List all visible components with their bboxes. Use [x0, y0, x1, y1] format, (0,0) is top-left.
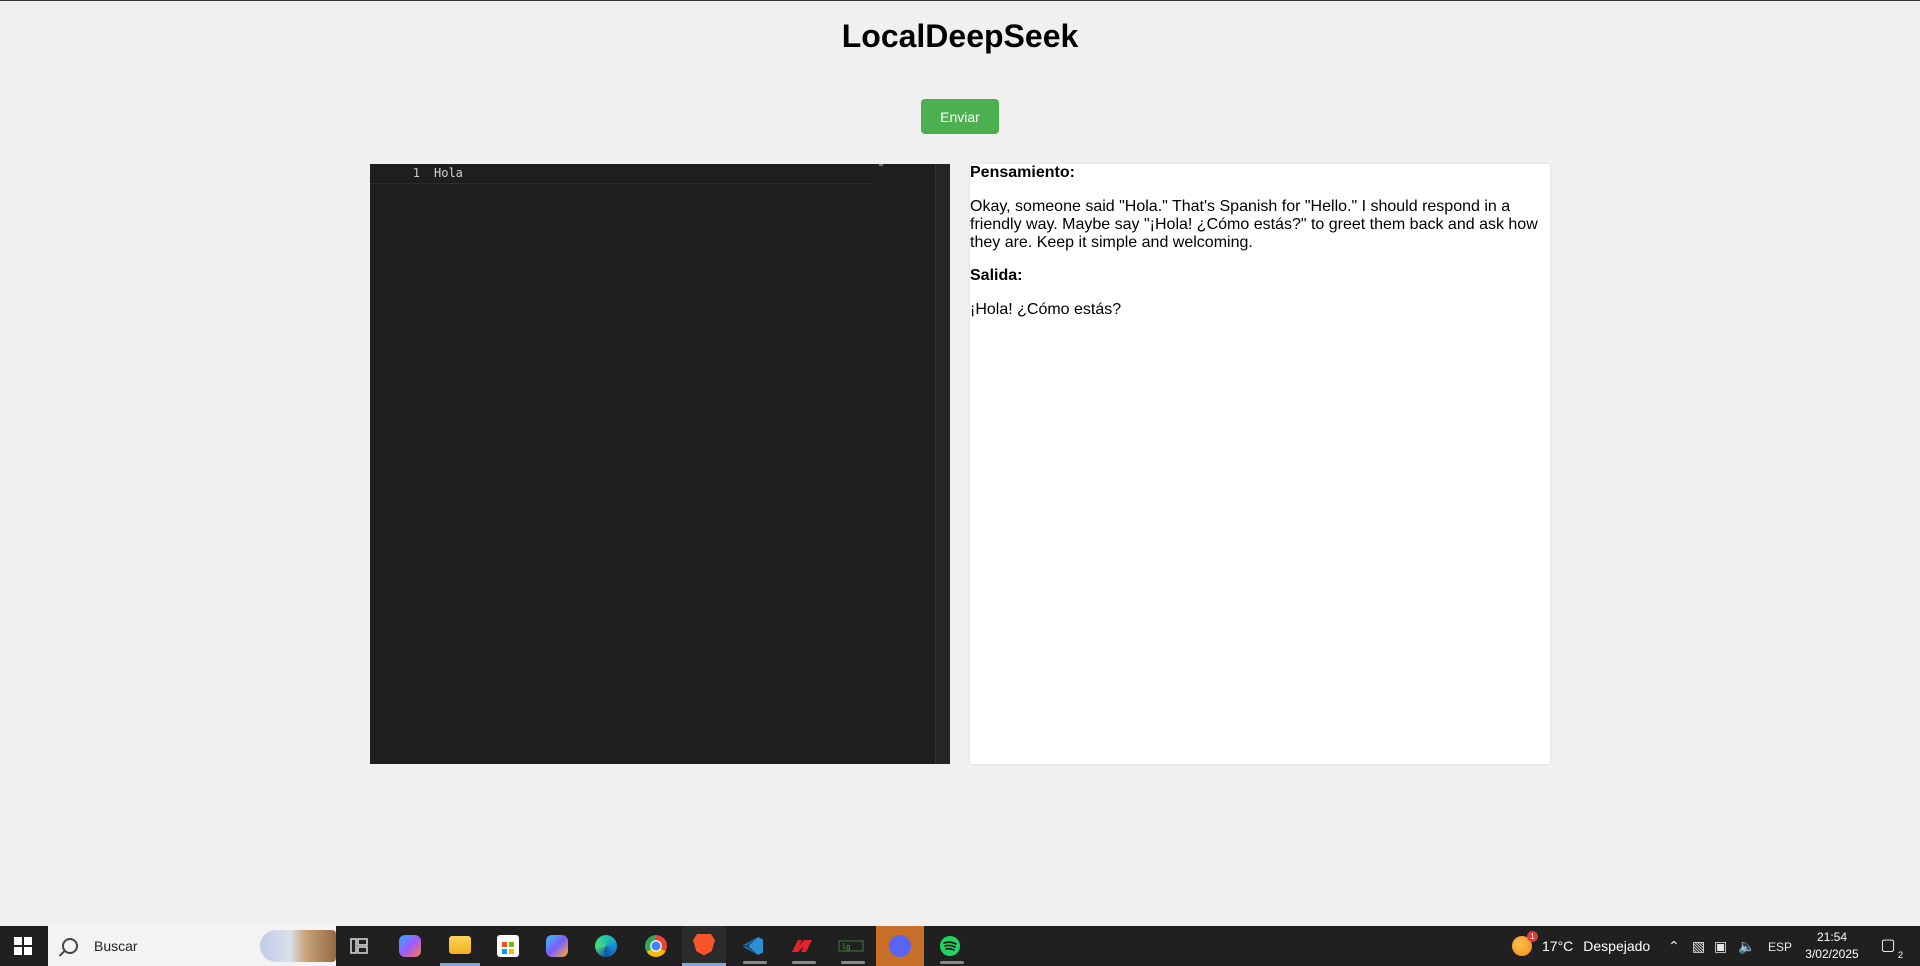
taskbar-app-discord[interactable]	[876, 926, 924, 966]
search-placeholder: Buscar	[94, 938, 138, 954]
page-title: LocalDeepSeek	[841, 18, 1079, 54]
vscode-icon	[743, 937, 763, 955]
thought-label: Pensamiento:	[970, 164, 1075, 181]
weather-sun-icon: 1	[1512, 931, 1538, 956]
editor-scrollbar[interactable]	[935, 164, 950, 764]
taskbar-app-chrome[interactable]	[636, 926, 676, 966]
output-text: ¡Hola! ¿Cómo estás?	[970, 301, 1122, 318]
spotify-icon	[940, 936, 960, 956]
taskbar-app-spotify[interactable]	[928, 926, 972, 966]
taskbar-app-terminal[interactable]: lg	[829, 926, 873, 966]
taskbar-search[interactable]: Buscar	[48, 926, 336, 966]
store-bag-icon	[497, 935, 519, 957]
microsoft-365-icon	[546, 935, 568, 957]
notification-count: 2	[1897, 950, 1903, 960]
overview-ruler-cursor	[879, 164, 883, 166]
terminal-app-icon: lg	[838, 940, 864, 952]
copilot-icon	[399, 935, 421, 957]
weather-condition: Despejado	[1583, 938, 1651, 954]
send-button[interactable]: Enviar	[921, 99, 999, 134]
taskbar-app-edge[interactable]	[586, 926, 626, 966]
taskbar-app-vscode[interactable]	[731, 926, 775, 966]
speaker-icon[interactable]: 🔈	[1738, 938, 1755, 954]
weather-temp: 17°C	[1542, 938, 1574, 954]
clock-date: 3/02/2025	[1805, 947, 1859, 961]
code-editor[interactable]: 1 Hola	[370, 164, 950, 764]
taskbar-app-file-explorer[interactable]	[440, 926, 480, 966]
taskbar-app-game[interactable]	[780, 926, 824, 966]
edge-icon	[595, 935, 617, 957]
webcam-icon[interactable]: ▧	[1692, 938, 1705, 954]
windows-logo-icon	[14, 937, 32, 955]
output-label: Salida:	[970, 267, 1023, 284]
task-view-icon	[350, 938, 368, 954]
taskbar-clock[interactable]: 21:54 3/02/2025	[1800, 929, 1864, 963]
network-icon[interactable]: ▣	[1714, 938, 1727, 954]
folder-icon	[449, 935, 471, 954]
editor-line[interactable]: 1 Hola	[370, 164, 872, 184]
window-top-border	[0, 0, 1920, 1]
svg-text:lg: lg	[842, 943, 850, 951]
weather-widget[interactable]: 1 17°C Despejado	[1512, 926, 1650, 966]
taskbar-app-copilot[interactable]	[390, 926, 430, 966]
taskbar: Buscar lg 1 17°C Despejado ⌃ ▧ ▣ 🔈 ESP 2…	[0, 926, 1920, 966]
start-button[interactable]	[0, 926, 46, 966]
thought-text: Okay, someone said "Hola." That's Spanis…	[970, 198, 1538, 251]
taskbar-app-microsoft-365[interactable]	[537, 926, 577, 966]
task-view-button[interactable]	[343, 926, 375, 966]
discord-icon	[889, 935, 911, 957]
weather-badge: 1	[1527, 931, 1538, 942]
chevron-up-icon[interactable]: ⌃	[1668, 938, 1680, 954]
clock-time: 21:54	[1816, 930, 1848, 944]
brave-lion-icon	[693, 933, 715, 956]
language-indicator[interactable]: ESP	[1768, 939, 1792, 955]
search-highlight-image	[260, 930, 336, 962]
taskbar-app-store[interactable]	[488, 926, 528, 966]
taskbar-app-brave[interactable]	[682, 926, 726, 966]
search-icon	[62, 938, 78, 954]
line-text[interactable]: Hola	[434, 166, 463, 180]
game-logo-icon	[792, 940, 812, 952]
notification-icon: ▢	[1880, 937, 1896, 954]
chrome-icon	[645, 935, 667, 957]
line-number: 1	[412, 166, 420, 180]
response-panel: Pensamiento: Okay, someone said "Hola." …	[970, 164, 1550, 764]
notifications-button[interactable]: ▢ 2	[1876, 934, 1903, 960]
